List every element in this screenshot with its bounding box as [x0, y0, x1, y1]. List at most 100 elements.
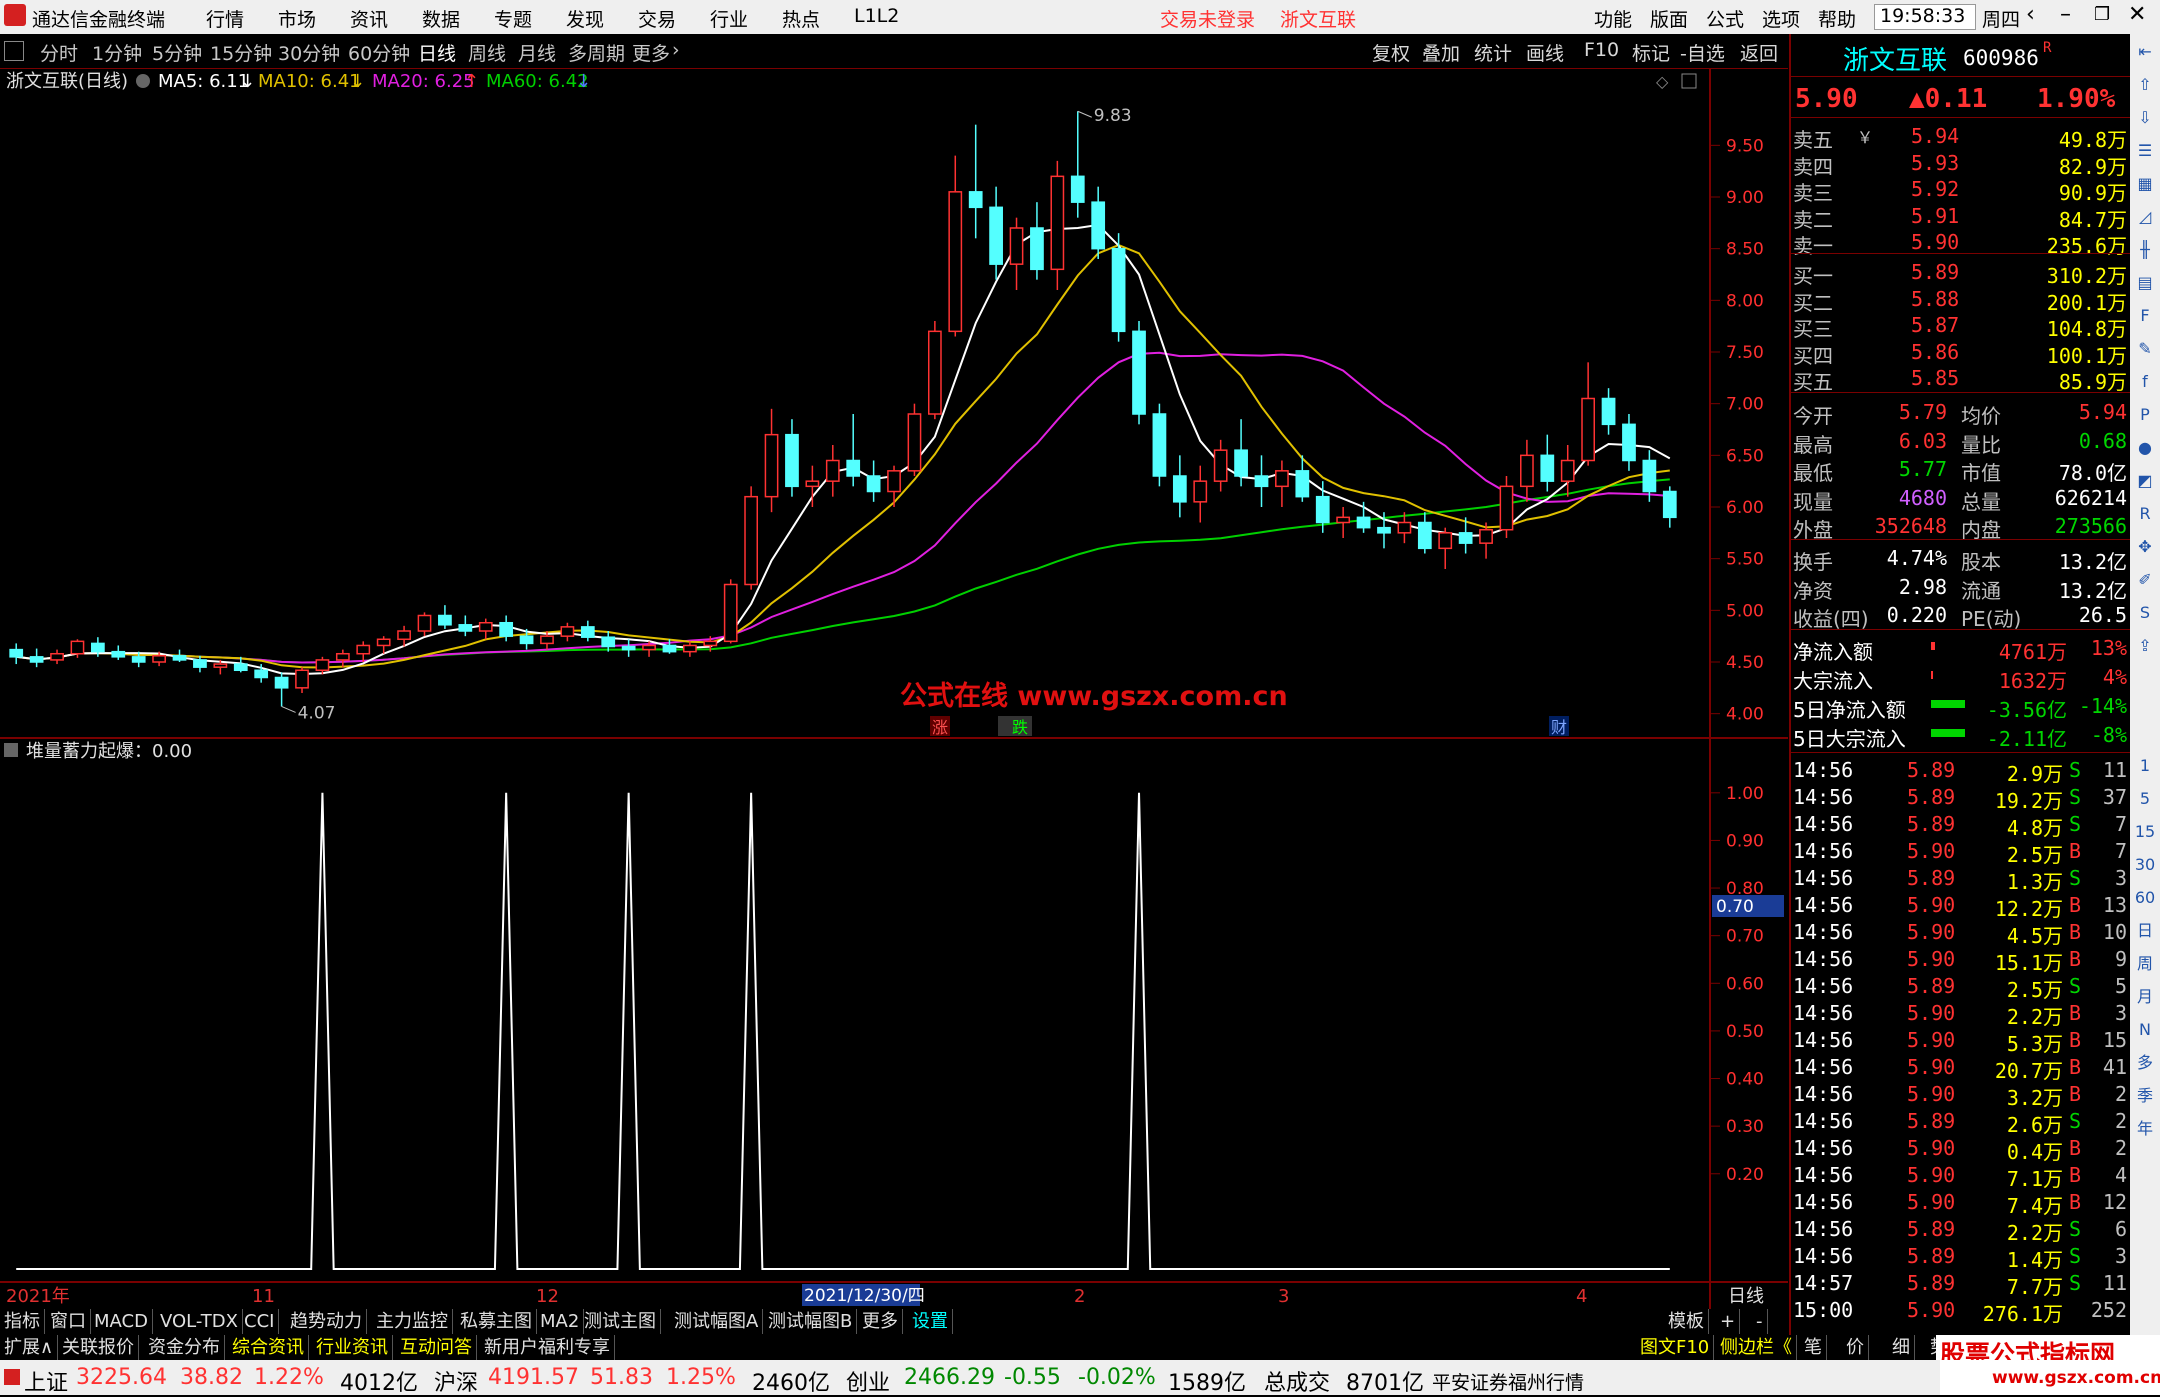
- candle-body[interactable]: [1336, 516, 1351, 524]
- candle-body[interactable]: [927, 330, 942, 415]
- up-icon[interactable]: ⇧: [2133, 73, 2157, 97]
- candle-body[interactable]: [560, 626, 575, 637]
- side-period-0[interactable]: 1: [2133, 754, 2157, 778]
- candle-body[interactable]: [744, 495, 759, 586]
- candle-body[interactable]: [1397, 521, 1412, 534]
- candle-body[interactable]: [1091, 201, 1106, 250]
- candle-body[interactable]: [968, 191, 983, 209]
- candle-body[interactable]: [397, 630, 411, 641]
- candle-body[interactable]: [846, 459, 861, 477]
- candle-body[interactable]: [1070, 175, 1085, 203]
- candle-body[interactable]: [642, 644, 656, 651]
- fs-icon[interactable]: S: [2133, 601, 2157, 625]
- candle-body[interactable]: [356, 644, 371, 655]
- pen-icon[interactable]: ✐: [2133, 568, 2157, 592]
- candle-body[interactable]: [152, 655, 166, 663]
- tool-f10[interactable]: F10: [1584, 39, 1619, 61]
- side-period-11[interactable]: 年: [2133, 1117, 2157, 1141]
- extension-tab[interactable]: 综合资讯: [228, 1335, 309, 1360]
- candle-body[interactable]: [703, 640, 718, 647]
- candle-body[interactable]: [580, 626, 595, 638]
- candle-body[interactable]: [1601, 397, 1616, 426]
- collapse-icon[interactable]: ⇤: [2133, 40, 2157, 64]
- note-icon[interactable]: ✎: [2133, 337, 2157, 361]
- share-icon[interactable]: ⇪: [2133, 634, 2157, 658]
- candle-body[interactable]: [1356, 516, 1371, 529]
- template-tab[interactable]: +: [1716, 1309, 1741, 1334]
- dot-icon[interactable]: ●: [2133, 436, 2157, 460]
- kline-chart[interactable]: 浙文互联(日线) MA5: 6.11 ↓ MA10: 6.41 ↓ MA20: …: [0, 69, 1788, 1309]
- sh-label[interactable]: 上证: [24, 1365, 68, 1397]
- period-5min[interactable]: 5分钟: [152, 39, 202, 66]
- side-period-10[interactable]: 季: [2133, 1084, 2157, 1108]
- extension-tab[interactable]: 新用户福利专享: [480, 1335, 615, 1360]
- grid-icon[interactable]: ▦: [2133, 172, 2157, 196]
- candle-body[interactable]: [29, 656, 44, 663]
- maximize-pane-icon[interactable]: [1681, 73, 1697, 89]
- candle-body[interactable]: [1030, 227, 1044, 271]
- marker-fin[interactable]: 财: [1551, 718, 1567, 737]
- move-icon[interactable]: ✥: [2133, 535, 2157, 559]
- candle-body[interactable]: [172, 655, 187, 661]
- candle-body[interactable]: [866, 475, 881, 493]
- period-monthly[interactable]: 月线: [518, 39, 556, 66]
- candle-body[interactable]: [1499, 485, 1514, 531]
- candle-body[interactable]: [540, 635, 554, 645]
- extension-tab[interactable]: 行业资讯: [312, 1335, 393, 1360]
- candle-body[interactable]: [1213, 449, 1228, 482]
- candle-body[interactable]: [825, 459, 840, 482]
- candle-body[interactable]: [519, 635, 534, 645]
- side-period-1[interactable]: 5: [2133, 787, 2157, 811]
- minimize-icon[interactable]: –: [2060, 2, 2071, 27]
- candle-body[interactable]: [274, 676, 289, 689]
- candle-body[interactable]: [1111, 247, 1126, 333]
- candle-body[interactable]: [1152, 413, 1167, 477]
- extension-tab[interactable]: 扩展∧: [0, 1335, 59, 1360]
- extension-tab[interactable]: 关联报价: [58, 1335, 139, 1360]
- sidebar-tab[interactable]: 笔: [1800, 1335, 1827, 1360]
- table-icon[interactable]: ▤: [2133, 271, 2157, 295]
- candle-body[interactable]: [948, 191, 963, 333]
- chart-area[interactable]: 浙文互联(日线) MA5: 6.11 ↓ MA10: 6.41 ↓ MA20: …: [0, 69, 1788, 1309]
- candle-body[interactable]: [376, 638, 391, 647]
- side-period-6[interactable]: 周: [2133, 952, 2157, 976]
- side-period-9[interactable]: 多: [2133, 1051, 2157, 1075]
- candle-body[interactable]: [907, 413, 922, 472]
- f10-icon[interactable]: F: [2133, 304, 2157, 328]
- candle-body[interactable]: [621, 645, 636, 651]
- menu-data[interactable]: 数据: [422, 5, 460, 32]
- candle-body[interactable]: [417, 614, 432, 632]
- back-icon[interactable]: ‹: [2026, 2, 2035, 27]
- candle-body[interactable]: [1295, 470, 1310, 498]
- candle-body[interactable]: [1622, 423, 1636, 462]
- tool-watchlist[interactable]: -自选: [1680, 39, 1725, 66]
- indicator-tab[interactable]: CCI: [240, 1309, 280, 1334]
- indicator-tab[interactable]: 指标: [0, 1309, 45, 1334]
- period-30min[interactable]: 30分钟: [278, 39, 340, 66]
- indicator-tab[interactable]: 设置: [908, 1309, 953, 1334]
- tool-stats[interactable]: 统计: [1474, 39, 1512, 66]
- period-daily[interactable]: 日线: [418, 39, 456, 66]
- sidebar-tab[interactable]: 价: [1842, 1335, 1869, 1360]
- period-weekly[interactable]: 周线: [468, 39, 506, 66]
- tool-back[interactable]: 返回: [1740, 39, 1778, 66]
- hs-label[interactable]: 沪深: [434, 1365, 478, 1397]
- menu-news[interactable]: 资讯: [350, 5, 388, 32]
- candle-body[interactable]: [50, 652, 64, 661]
- indicator-tab[interactable]: 趋势动力: [286, 1309, 367, 1334]
- indicator-tab[interactable]: 主力监控: [372, 1309, 453, 1334]
- chart2-icon[interactable]: ◩: [2133, 469, 2157, 493]
- indicator-tab[interactable]: 测试幅图A: [670, 1309, 764, 1334]
- candle-body[interactable]: [1009, 227, 1024, 265]
- template-tab[interactable]: 模板: [1664, 1309, 1709, 1334]
- candle-body[interactable]: [1050, 175, 1065, 271]
- side-period-3[interactable]: 30: [2133, 853, 2157, 877]
- candle-body[interactable]: [193, 659, 207, 668]
- candle-body[interactable]: [70, 640, 85, 655]
- sidebar-tab[interactable]: 细: [1888, 1335, 1915, 1360]
- marker-down[interactable]: 跌: [1012, 718, 1028, 737]
- candle-body[interactable]: [1172, 475, 1187, 503]
- candle-body[interactable]: [315, 659, 330, 672]
- menu-layout[interactable]: 版面: [1650, 5, 1688, 32]
- candle-body[interactable]: [9, 648, 24, 658]
